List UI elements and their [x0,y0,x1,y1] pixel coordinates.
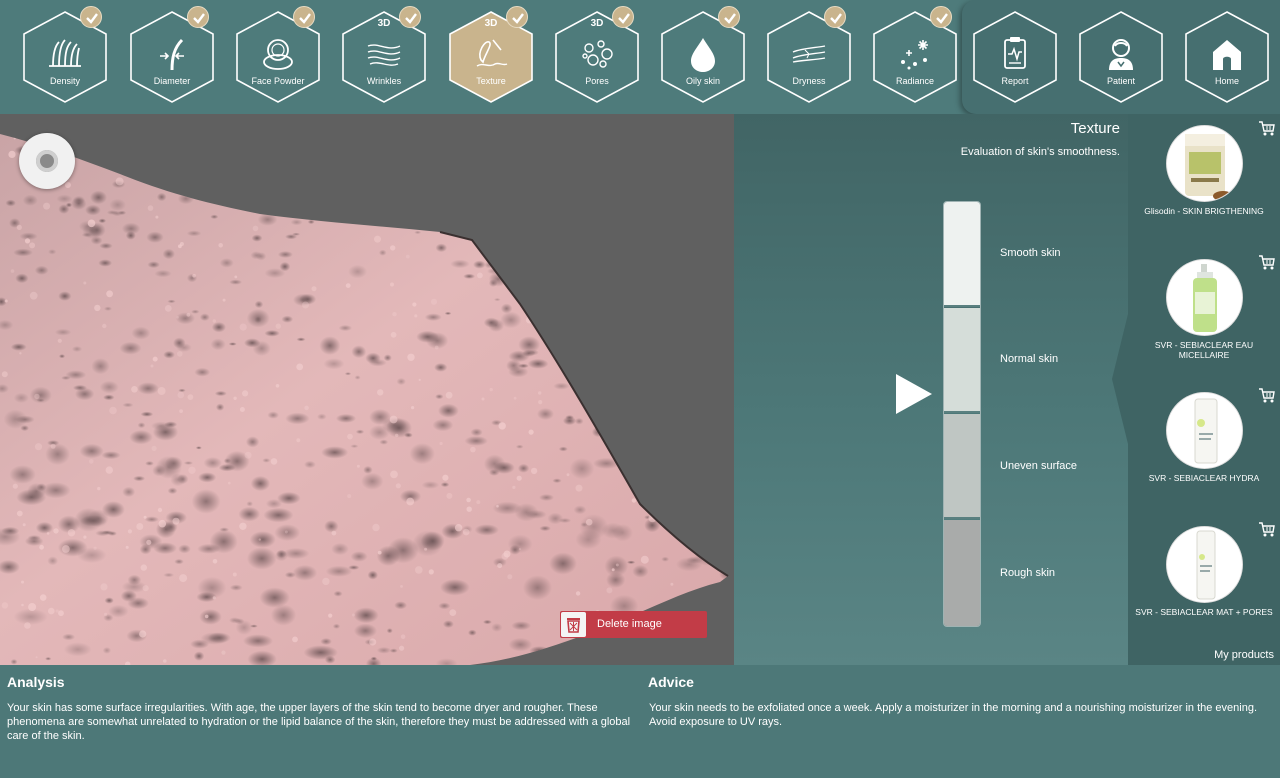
nav-label: Face Powder [251,76,305,86]
texture-scale-bar [943,201,981,627]
nav-button-wrinkles[interactable]: Wrinkles 3D [341,6,427,104]
scale-subtitle: Evaluation of skin's smoothness. [960,146,1120,158]
nav-button-home[interactable]: Home [1184,10,1270,104]
product-card: SVR - SEBIACLEAR HYDRA [1128,388,1280,522]
texture-icon [476,39,508,67]
trash-icon [561,612,586,637]
nav-label: Report [1001,76,1029,86]
face-powder-icon [263,39,293,70]
density-icon [49,39,81,67]
nav-button-patient[interactable]: Patient [1078,10,1164,104]
check-icon [612,6,634,28]
check-icon [293,6,315,28]
nav-label: Radiance [895,76,935,86]
analysis-advice-section: Analysis Your skin has some surface irre… [0,665,1280,778]
nav-label: Density [49,76,80,86]
check-icon [506,6,528,28]
texture-3d-viewer[interactable] [0,114,734,665]
nav-label: Oily skin [685,76,720,86]
add-to-cart-icon[interactable] [1258,119,1276,137]
nav-label: Wrinkles [366,76,402,86]
product-card: Glisodin - SKIN BRIGTHENING [1128,121,1280,255]
report-icon [1004,37,1026,69]
scale-label-uneven[interactable]: Uneven surface [1000,460,1077,472]
scale-label-smooth[interactable]: Smooth skin [1000,247,1061,259]
product-card: SVR - SEBIACLEAR MAT + PORES [1128,522,1280,656]
wrinkles-icon [367,44,401,66]
nav-button-pores[interactable]: Pores 3D [554,6,640,104]
skin-surface-render [0,134,729,665]
product-name: SVR - SEBIACLEAR MAT + PORES [1135,607,1273,617]
nav-button-density[interactable]: Density [22,6,108,104]
scale-segment-uneven[interactable] [944,414,980,519]
nav-label: Texture [476,76,506,86]
level-indicator-play-icon[interactable] [894,372,934,416]
nav-button-diameter[interactable]: Diameter [129,6,215,104]
my-products-link[interactable]: My products [1214,649,1274,661]
analysis-text: Your skin has some surface irregularitie… [7,702,631,742]
nav-label: Diameter [153,76,191,86]
scale-segment-rough[interactable] [944,520,980,626]
product-name: SVR - SEBIACLEAR EAU MICELLAIRE [1154,340,1254,360]
radiance-icon [901,40,928,70]
check-icon [930,6,952,28]
product-name: SVR - SEBIACLEAR HYDRA [1148,473,1260,483]
nav-button-radiance[interactable]: Radiance [872,6,958,104]
nav-label: Dryness [792,76,826,86]
analysis-title: Analysis [7,674,65,690]
check-icon [824,6,846,28]
add-to-cart-icon[interactable] [1258,253,1276,271]
nav-label: Home [1214,76,1239,86]
home-icon [1213,40,1241,70]
scale-segment-smooth[interactable] [944,202,980,307]
nav-button-report[interactable]: Report [972,10,1058,104]
nav-button-oily-skin[interactable]: Oily skin [660,6,746,104]
pores-icon [582,40,613,68]
check-icon [399,6,421,28]
check-icon [187,6,209,28]
check-icon [718,6,740,28]
scale-label-rough[interactable]: Rough skin [1000,567,1055,579]
rotate-control-button[interactable] [19,133,75,189]
nav-button-face-powder[interactable]: Face Powder [235,6,321,104]
product-image-sebiaclear-eau-micellaire[interactable] [1166,259,1243,336]
product-image-sebiaclear-hydra[interactable] [1166,392,1243,469]
oily-skin-icon [691,38,715,72]
check-icon [80,6,102,28]
products-panel: Glisodin - SKIN BRIGTHENING SVR - SEBIAC… [1128,114,1280,665]
advice-title: Advice [648,674,694,690]
add-to-cart-icon[interactable] [1258,520,1276,538]
nav-button-texture[interactable]: Texture 3D [448,6,534,104]
texture-scale-panel: Texture Evaluation of skin's smoothness.… [734,114,1128,665]
delete-image-label: Delete image [597,618,662,630]
product-name: Glisodin - SKIN BRIGTHENING [1144,206,1264,216]
scale-segment-normal[interactable] [944,308,980,413]
nav-label: Patient [1106,76,1136,86]
scale-label-normal[interactable]: Normal skin [1000,353,1058,365]
nav-button-dryness[interactable]: Dryness [766,6,852,104]
products-panel-edge [1112,114,1130,665]
product-image-sebiaclear-mat-pores[interactable] [1166,526,1243,603]
diameter-icon [160,38,184,71]
delete-image-button[interactable]: Delete image [560,611,707,638]
advice-text: Your skin needs to be exfoliated once a … [649,702,1258,728]
nav-label: Pores [585,76,609,86]
product-image-glisodin[interactable] [1166,125,1243,202]
patient-icon [1109,39,1133,70]
dryness-icon [792,45,826,63]
add-to-cart-icon[interactable] [1258,386,1276,404]
product-card: SVR - SEBIACLEAR EAU MICELLAIRE [1128,255,1280,389]
